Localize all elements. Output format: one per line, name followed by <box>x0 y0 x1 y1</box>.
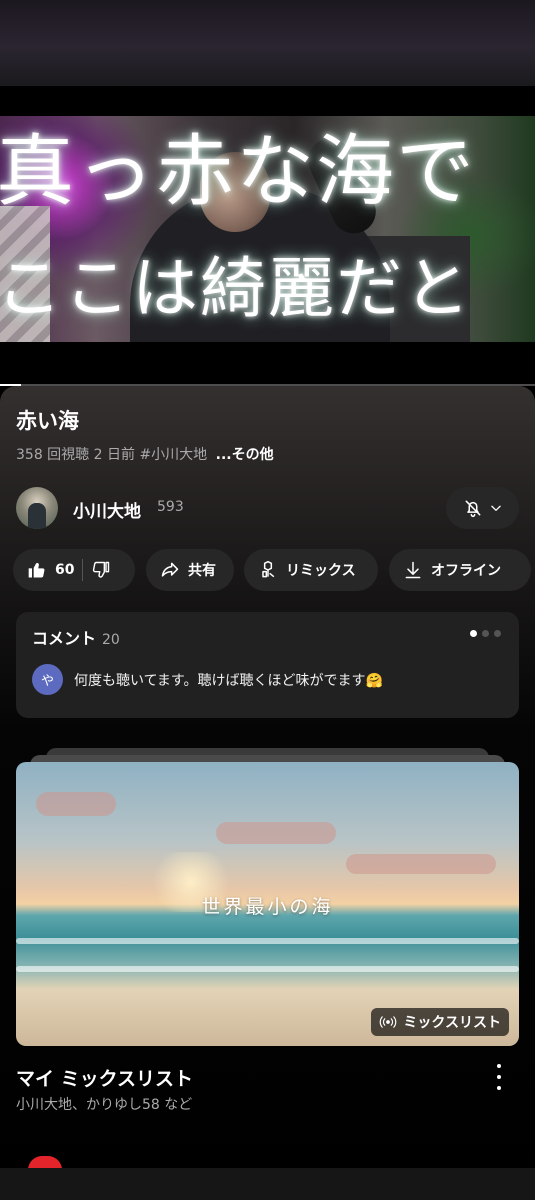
broadcast-icon <box>380 1016 397 1028</box>
share-icon <box>161 562 179 577</box>
bell-off-icon <box>465 500 480 518</box>
comments-title: コメント <box>32 629 97 648</box>
page-dot <box>482 630 489 637</box>
comments-card[interactable]: コメント 20 や 何度も聴いてます。聴けば聴くほど味がでます🤗 <box>16 612 519 718</box>
mix-playlist-card[interactable]: 世界最小の海 ミックスリスト <box>16 748 519 1048</box>
like-divider <box>82 559 84 581</box>
upload-age: 2 日前 <box>93 447 135 463</box>
status-area <box>0 0 535 86</box>
comments-count: 20 <box>102 632 120 648</box>
thumbs-up-icon[interactable] <box>27 560 47 580</box>
channel-row[interactable]: 小川大地 593 <box>16 487 519 529</box>
subscriber-count: 593 <box>157 499 184 515</box>
video-player[interactable]: 真っ赤な海で ここは綺麗だと <box>0 86 535 386</box>
remix-button[interactable]: リミックス <box>244 549 378 591</box>
lyric-line-2: ここは綺麗だと <box>0 250 472 327</box>
offline-label: オフライン <box>431 563 501 579</box>
wave-foam <box>16 938 519 944</box>
channel-name[interactable]: 小川大地 <box>73 497 141 522</box>
bottom-bar <box>0 1168 535 1200</box>
thumbs-down-icon[interactable] <box>91 560 111 580</box>
action-bar: 60 共有 リミックス オフライン <box>13 549 535 591</box>
cloud <box>216 822 336 844</box>
share-label: 共有 <box>188 563 216 579</box>
like-dislike-group: 60 <box>13 549 135 591</box>
mix-subtitle: 小川大地、かりゆし58 など <box>16 1097 193 1113</box>
remix-label: リミックス <box>286 563 356 579</box>
mix-badge-label: ミックスリスト <box>403 1015 501 1031</box>
remix-icon <box>262 560 275 578</box>
chevron-down-icon <box>490 505 501 511</box>
offline-button[interactable]: オフライン <box>389 549 531 591</box>
hashtag[interactable]: #小川大地 <box>139 447 207 463</box>
video-meta[interactable]: 358 回視聴 2 日前 #小川大地 ...その他 <box>16 444 274 464</box>
lyric-line-1: 真っ赤な海で <box>0 127 477 217</box>
page-dot-active <box>470 630 477 637</box>
more-options-icon[interactable] <box>489 1064 509 1090</box>
like-count[interactable]: 60 <box>55 562 74 578</box>
comments-header: コメント 20 <box>32 625 120 649</box>
top-comment-text: 何度も聴いてます。聴けば聴くほど味がでます🤗 <box>74 673 383 689</box>
share-button[interactable]: 共有 <box>146 549 234 591</box>
video-info-panel: 赤い海 358 回視聴 2 日前 #小川大地 ...その他 小川大地 593 6… <box>0 386 535 1200</box>
wave-foam <box>16 966 519 972</box>
channel-avatar[interactable] <box>16 487 58 529</box>
thumbnail-text: 世界最小の海 <box>201 896 334 918</box>
more-link[interactable]: ...その他 <box>216 447 274 463</box>
mix-title[interactable]: マイ ミックスリスト <box>16 1064 193 1091</box>
view-count: 358 回視聴 <box>16 447 90 463</box>
video-title[interactable]: 赤い海 <box>16 405 79 435</box>
mix-thumbnail[interactable]: 世界最小の海 ミックスリスト <box>16 762 519 1046</box>
cloud <box>36 792 116 816</box>
mix-badge: ミックスリスト <box>371 1008 509 1036</box>
notification-button[interactable] <box>446 487 519 529</box>
download-icon <box>405 561 421 579</box>
video-frame[interactable]: 真っ赤な海で ここは綺麗だと <box>0 116 535 342</box>
page-dot <box>494 630 501 637</box>
comments-page-dots <box>470 630 501 637</box>
commenter-avatar: や <box>32 664 63 695</box>
cloud <box>346 854 496 874</box>
